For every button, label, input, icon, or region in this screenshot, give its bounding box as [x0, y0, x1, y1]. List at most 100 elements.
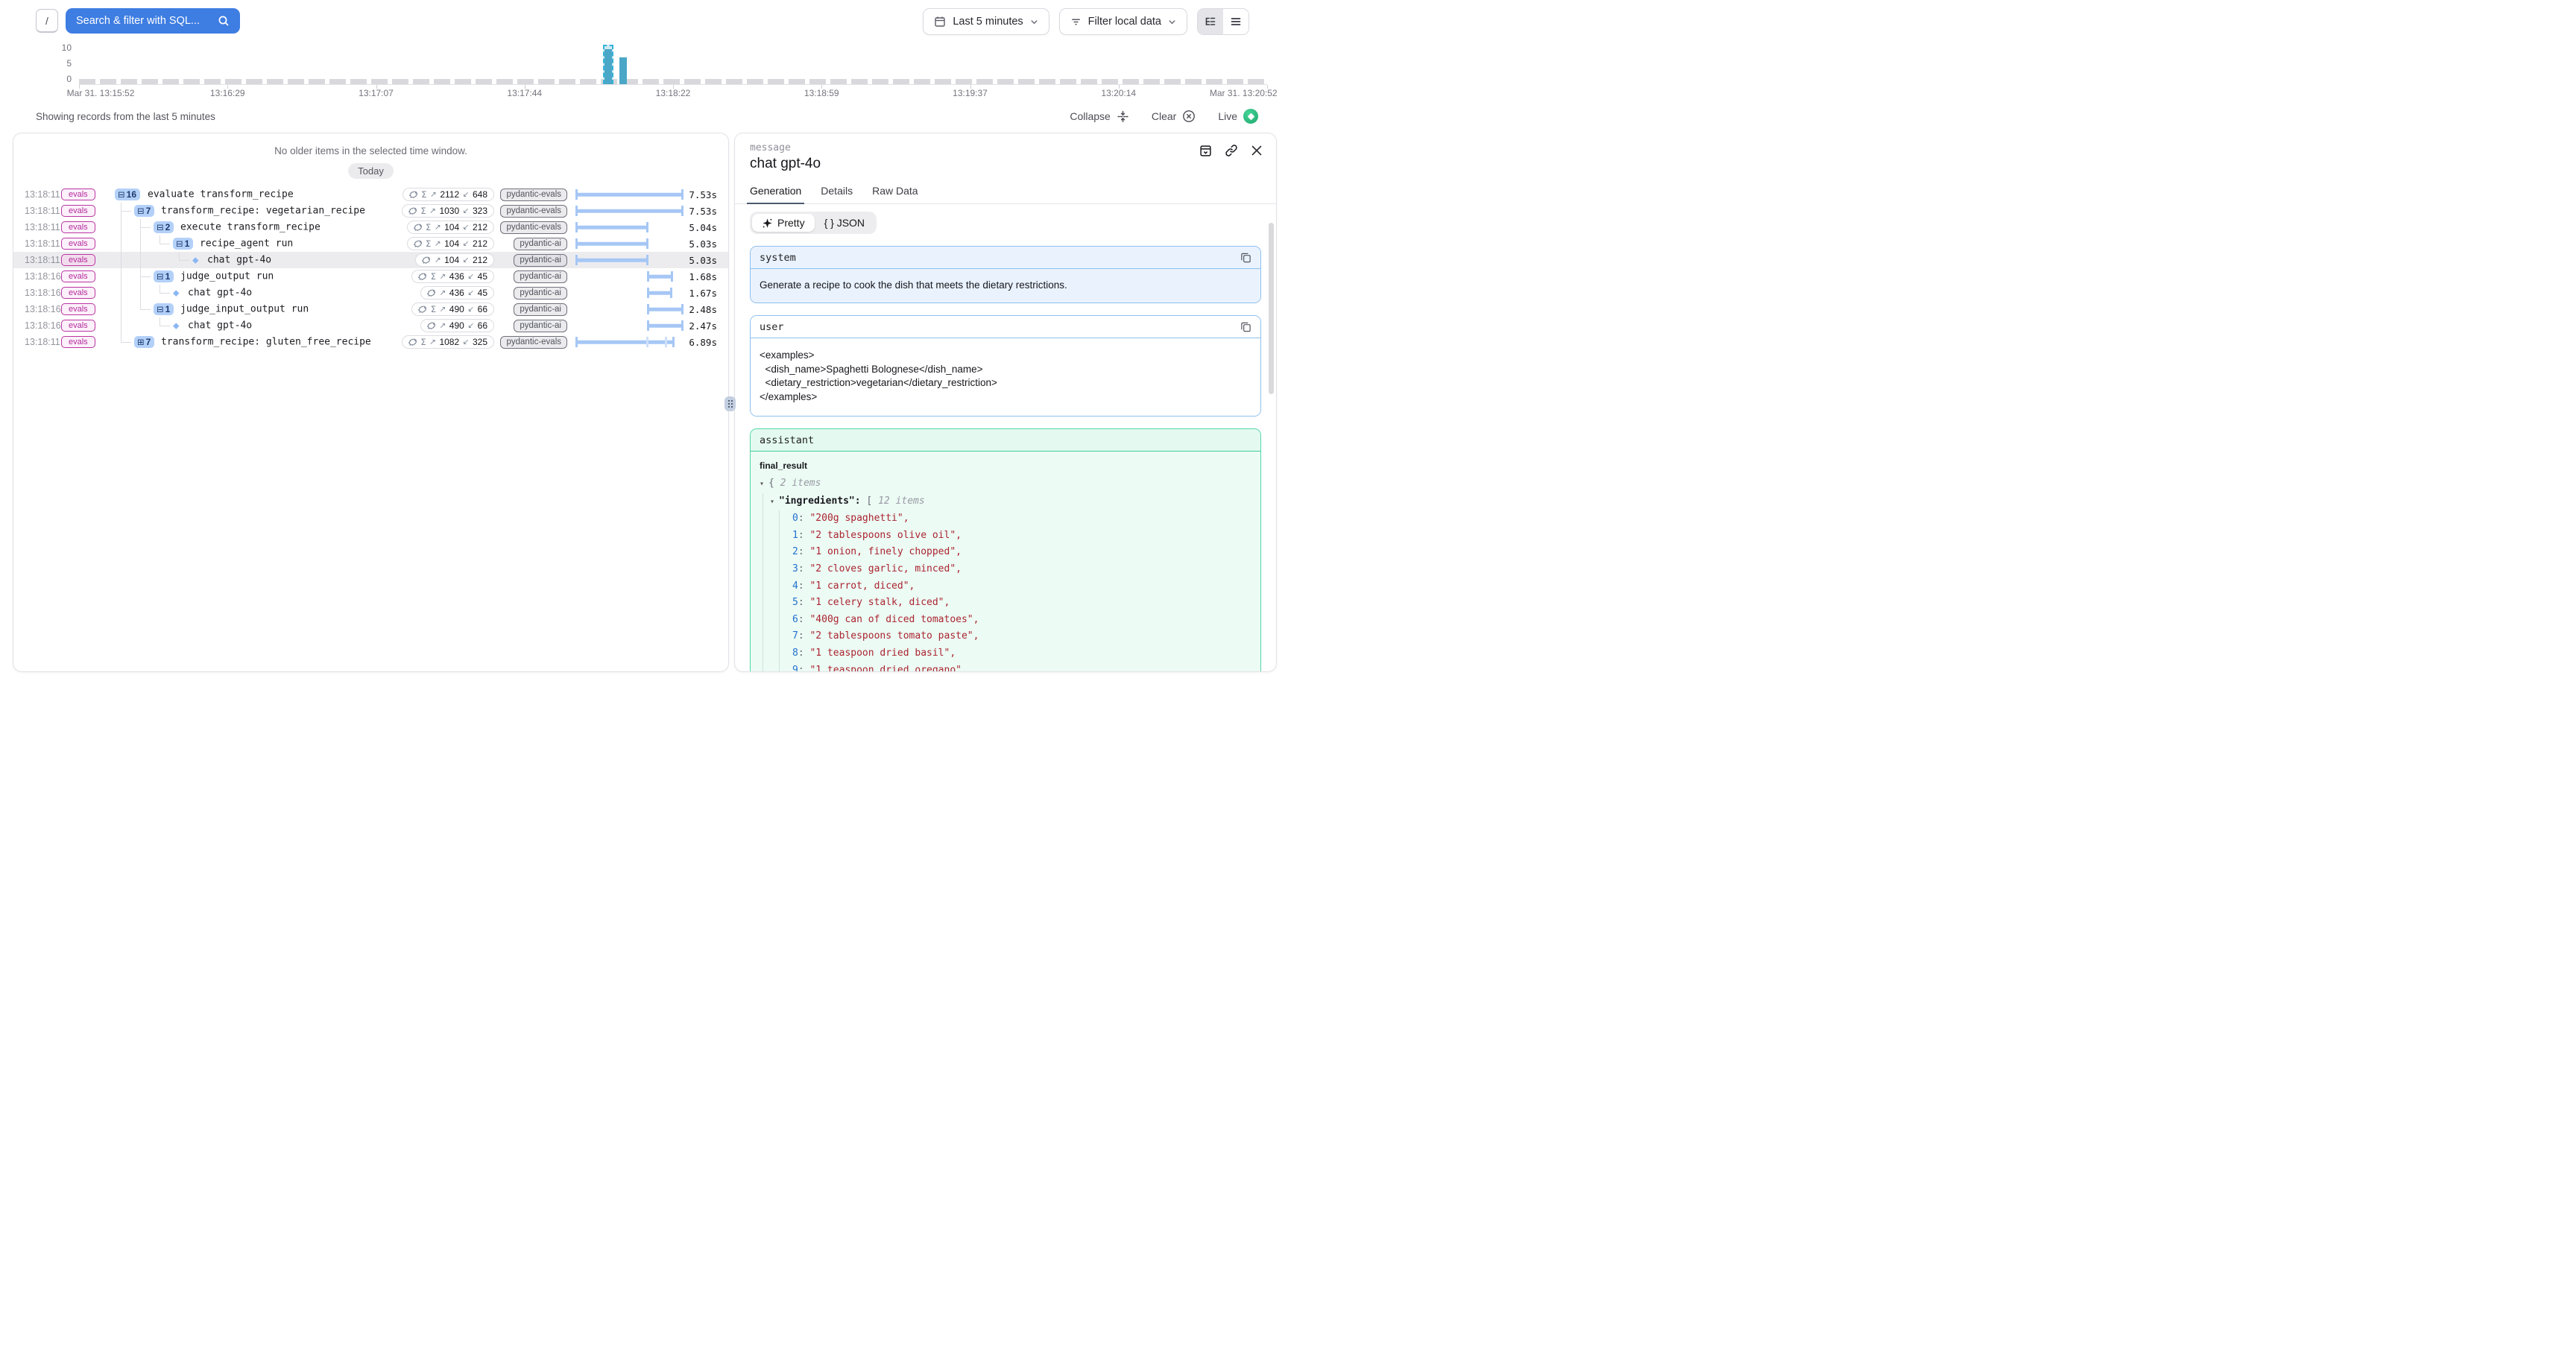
leaf-diamond-icon: ◆ — [192, 256, 198, 265]
scope-tag[interactable]: pydantic-ai — [514, 320, 567, 332]
json-array-item: 4: "1 carrot, diced", — [760, 578, 1251, 595]
trace-row[interactable]: 13:18:11evals⊟1recipe_agent runΣ↗104↙212… — [13, 235, 728, 252]
copy-link-icon[interactable] — [1225, 144, 1238, 157]
scope-tag[interactable]: pydantic-ai — [514, 287, 567, 300]
live-toggle[interactable]: Live — [1218, 109, 1258, 124]
trace-row[interactable]: 13:18:16evals◆chat gpt-4o↗436↙45pydantic… — [13, 285, 728, 301]
collapse-node-chip[interactable]: ⊟7 — [134, 205, 154, 217]
copy-icon[interactable] — [1240, 321, 1251, 332]
collapse-node-chip[interactable]: ⊟16 — [115, 189, 140, 200]
chart-x-tick-label: 13:19:37 — [953, 88, 988, 98]
scope-tag[interactable]: pydantic-ai — [514, 238, 567, 250]
scope-tag[interactable]: pydantic-evals — [500, 336, 567, 349]
evals-badge[interactable]: evals — [61, 320, 95, 332]
trace-row[interactable]: 13:18:11evals⊞7transform_recipe: gluten_… — [13, 334, 728, 350]
filter-icon — [1070, 16, 1082, 28]
evals-badge[interactable]: evals — [61, 238, 95, 250]
scope-tag[interactable]: pydantic-ai — [514, 270, 567, 283]
json-item-string: "1 onion, finely chopped", — [809, 546, 962, 557]
time-range-dropdown[interactable]: Last 5 minutes — [923, 8, 1049, 35]
live-indicator-icon — [1243, 109, 1258, 124]
assistant-message-card: assistant final_result ▾{ 2 items ▾"ingr… — [750, 428, 1261, 672]
chart-x-tickmark — [227, 85, 228, 89]
row-gantt-cell — [576, 334, 682, 350]
collapse-node-chip[interactable]: ⊟1 — [154, 270, 174, 282]
user-role-label: user — [760, 321, 784, 333]
span-name: judge_input_output run — [180, 304, 309, 315]
token-usage-chip: Σ↗436↙45 — [411, 270, 494, 283]
token-usage-chip: Σ↗2112↙648 — [402, 188, 494, 201]
json-array-item: 0: "200g spaghetti", — [760, 510, 1251, 528]
dock-drawer-icon[interactable] — [1199, 145, 1212, 157]
copy-icon[interactable] — [1240, 252, 1251, 263]
detail-panel-scrollbar-thumb[interactable] — [1269, 223, 1274, 394]
output-tokens-count: 323 — [473, 206, 487, 216]
trace-row[interactable]: 13:18:16evals⊟1judge_output runΣ↗436↙45p… — [13, 268, 728, 285]
trace-row[interactable]: 13:18:11evals⊟2execute transform_recipeΣ… — [13, 219, 728, 235]
user-message-text: <examples> <dish_name>Spaghetti Bolognes… — [751, 338, 1260, 416]
evals-badge[interactable]: evals — [61, 205, 95, 217]
chevron-down-icon — [1168, 18, 1176, 26]
panel-resize-handle[interactable] — [724, 396, 736, 411]
json-item-index: 9 — [792, 665, 798, 672]
record-count-bar[interactable] — [619, 57, 627, 84]
json-option[interactable]: { } JSON — [815, 214, 874, 232]
expand-node-chip[interactable]: ⊞7 — [134, 336, 154, 348]
row-timestamp: 13:18:11 — [13, 206, 61, 216]
collapse-node-chip[interactable]: ⊟1 — [173, 238, 193, 250]
tab-generation[interactable]: Generation — [750, 185, 801, 203]
trace-row[interactable]: 13:18:11evals⊟16evaluate transform_recip… — [13, 186, 728, 203]
record-count-bar[interactable] — [604, 49, 612, 84]
evals-badge[interactable]: evals — [61, 254, 95, 266]
tokens-coin-icon — [408, 206, 417, 215]
trace-row[interactable]: 13:18:16evals⊟1judge_input_output runΣ↗4… — [13, 301, 728, 317]
evals-badge[interactable]: evals — [61, 270, 95, 282]
clear-button[interactable]: Clear — [1152, 110, 1196, 123]
collapse-button[interactable]: Collapse — [1070, 110, 1128, 123]
gantt-subspan-tick — [665, 337, 667, 347]
gantt-end-cap — [671, 271, 673, 282]
evals-badge[interactable]: evals — [61, 221, 95, 233]
row-gantt-cell — [576, 317, 682, 334]
minus-square-icon: ⊟ — [137, 206, 145, 216]
tree-guide-line — [140, 285, 141, 301]
pretty-option[interactable]: Pretty — [752, 214, 815, 232]
evals-badge[interactable]: evals — [61, 287, 95, 299]
tab-raw-data[interactable]: Raw Data — [872, 185, 918, 203]
slash-shortcut-key[interactable]: / — [36, 9, 58, 33]
trace-row[interactable]: 13:18:11evals◆chat gpt-4o↗104↙212pydanti… — [13, 252, 728, 268]
trace-row[interactable]: 13:18:16evals◆chat gpt-4o↗490↙66pydantic… — [13, 317, 728, 334]
span-title: chat gpt-4o — [750, 156, 1261, 172]
row-gantt-cell — [576, 186, 682, 203]
search-button[interactable]: Search & filter with SQL... — [66, 8, 240, 34]
trace-row[interactable]: 13:18:11evals⊟7transform_recipe: vegetar… — [13, 203, 728, 219]
today-pill[interactable]: Today — [348, 163, 394, 179]
chart-x-tickmark — [970, 85, 971, 89]
scope-tag[interactable]: pydantic-evals — [500, 189, 567, 201]
span-name: transform_recipe: gluten_free_recipe — [161, 337, 371, 348]
scope-tag[interactable]: pydantic-ai — [514, 303, 567, 316]
json-ingredients-line[interactable]: ▾"ingredients": [ 12 items — [760, 493, 1251, 511]
system-message-card: system Generate a recipe to cook the dis… — [750, 246, 1261, 303]
chart-y-tick: 10 — [49, 42, 72, 53]
tree-view-button[interactable] — [1198, 9, 1223, 34]
gantt-start-cap — [647, 304, 649, 314]
gantt-end-cap — [681, 189, 684, 200]
evals-badge[interactable]: evals — [61, 189, 95, 200]
evals-badge[interactable]: evals — [61, 303, 95, 315]
json-root-line[interactable]: ▾{ 2 items — [760, 475, 1251, 493]
scope-tag[interactable]: pydantic-evals — [500, 205, 567, 218]
scope-tag[interactable]: pydantic-ai — [514, 254, 567, 267]
list-view-button[interactable] — [1223, 9, 1248, 34]
token-usage-chip: Σ↗104↙212 — [407, 221, 494, 234]
tab-details[interactable]: Details — [821, 185, 853, 203]
collapse-node-chip[interactable]: ⊟1 — [154, 303, 174, 315]
tree-elbow-horizontal — [140, 276, 151, 277]
evals-badge[interactable]: evals — [61, 336, 95, 348]
scope-tag[interactable]: pydantic-evals — [500, 221, 567, 234]
chart-y-tick: 0 — [49, 74, 72, 84]
filter-local-data-dropdown[interactable]: Filter local data — [1059, 8, 1187, 35]
trace-list-panel: No older items in the selected time wind… — [13, 133, 729, 672]
collapse-node-chip[interactable]: ⊟2 — [154, 221, 174, 233]
close-icon[interactable] — [1251, 145, 1263, 156]
